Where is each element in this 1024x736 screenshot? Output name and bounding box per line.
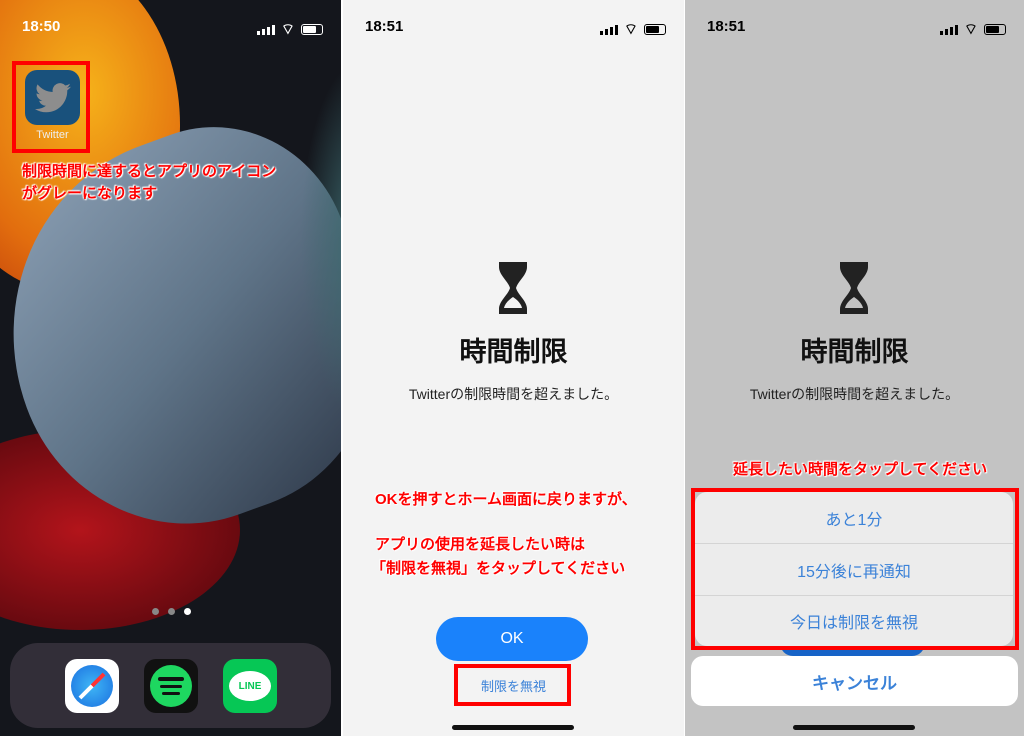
spotify-icon[interactable] [144,659,198,713]
status-time: 18:50 [22,18,61,35]
status-time: 18:51 [707,18,746,35]
line-icon[interactable]: LINE [223,659,277,713]
signal-icon [939,24,958,35]
highlight-box [691,488,1019,650]
page-title: 時間制限 [800,337,909,367]
home-indicator [793,725,915,730]
hourglass-icon [840,262,868,314]
subtitle: Twitterの制限時間を超えました。 [408,386,619,402]
battery-icon [644,24,666,35]
wifi-icon: ⌔ [623,21,638,38]
wifi-icon: ⌔ [280,21,295,38]
highlight-box [12,61,90,153]
annotation-text: OKを押すとホーム画面に戻りますが、 [375,491,637,508]
battery-icon [301,24,323,35]
page-title: 時間制限 [459,337,568,367]
dock: LINE [10,643,331,728]
annotation-text: 延長したい時間をタップしてください [733,461,988,478]
cancel-button[interactable]: キャンセル [691,656,1018,706]
hourglass-icon [499,262,527,314]
battery-icon [984,24,1006,35]
annotation-text: 制限時間に達するとアプリのアイコン [22,163,277,180]
home-screen-panel: 18:50 ⌔ Twitter 制限時間に達するとアプリのアイコン がグレーにな… [0,0,341,736]
wifi-icon: ⌔ [963,21,978,38]
signal-icon [599,24,618,35]
status-bar: 18:50 ⌔ [0,14,341,38]
status-time: 18:51 [365,18,404,35]
safari-icon[interactable] [65,659,119,713]
status-bar: 18:51 ⌔ [685,14,1024,38]
status-bar: 18:51 ⌔ [343,14,684,38]
annotation-text: アプリの使用を延長したい時は [375,536,586,553]
subtitle: Twitterの制限時間を超えました。 [749,386,960,402]
time-limit-panel: 18:51 ⌔ 時間制限 Twitterの制限時間を超えました。 OKを押すとホ… [343,0,684,736]
highlight-box [454,664,571,706]
home-indicator [452,725,574,730]
page-dots[interactable] [152,608,191,615]
annotation-text: 「制限を無視」をタップしてください [371,560,626,577]
annotation-text: がグレーになります [22,185,158,202]
signal-icon [256,24,275,35]
ok-button[interactable]: OK [436,617,588,661]
action-sheet-panel: 18:51 ⌔ 時間制限 Twitterの制限時間を超えました。 延長したい時間… [685,0,1024,736]
